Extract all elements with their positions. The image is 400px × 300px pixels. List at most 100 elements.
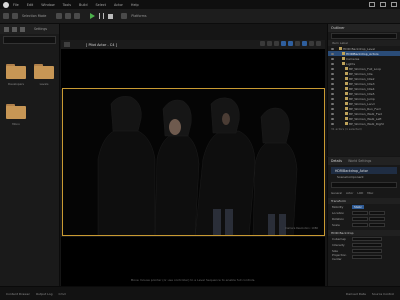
import-icon[interactable] (12, 26, 17, 32)
menu-item-actor[interactable]: Actor (114, 3, 123, 7)
folder-mono[interactable] (6, 104, 26, 119)
filter-misc[interactable]: Misc (367, 191, 373, 195)
component-item[interactable]: SceneComponent (331, 174, 397, 180)
menu-bar: File Edit Window Tools Build Select Acto… (0, 0, 400, 9)
mobility-static-button[interactable]: Static (352, 204, 364, 210)
outliner-search-input[interactable] (331, 33, 397, 39)
visibility-eye-icon[interactable] (331, 67, 334, 70)
actor-type-icon (345, 92, 348, 95)
platforms-button[interactable]: Platforms (131, 14, 146, 18)
maximize-viewport-icon[interactable] (316, 41, 321, 46)
visibility-eye-icon[interactable] (331, 92, 334, 95)
visibility-eye-icon[interactable] (331, 82, 334, 85)
rotate-icon[interactable] (267, 41, 272, 46)
menu-item-build[interactable]: Build (79, 3, 88, 7)
grid-icon[interactable] (295, 41, 300, 46)
size-field[interactable] (352, 248, 382, 254)
outliner-row-label: BP_Woman_Idle2 (349, 76, 375, 81)
add-icon[interactable] (4, 26, 9, 32)
outliner-row-label: BP_Woman_Idle (349, 71, 373, 76)
platforms-icon[interactable] (121, 13, 128, 19)
menu-item-edit[interactable]: Edit (27, 3, 34, 7)
maximize-icon[interactable] (380, 2, 386, 7)
content-search-input[interactable] (3, 36, 56, 44)
folder-label: Developers (8, 82, 24, 86)
camera-speed-icon[interactable] (309, 41, 314, 46)
filter-general[interactable]: General (331, 191, 342, 195)
prop-label: Cubemap (332, 237, 346, 241)
transform-icon[interactable] (260, 41, 265, 46)
filter-actor[interactable]: Actor (346, 191, 353, 195)
visibility-eye-icon[interactable] (331, 97, 334, 100)
output-log-button[interactable]: Output Log (36, 292, 53, 296)
viewport-letterbox-top (61, 49, 325, 89)
projection-center-field[interactable] (352, 254, 382, 260)
viewport-hint: Move mouse pointer (or use controller) t… (130, 278, 256, 282)
pause-icon[interactable] (99, 13, 105, 19)
column-item-label[interactable]: Item Label (332, 41, 348, 45)
content-drawer-button[interactable]: Content Drawer (6, 292, 30, 296)
prop-projection-center: Projection Center (328, 253, 400, 261)
visibility-eye-icon[interactable] (331, 47, 334, 50)
cmd-input[interactable]: Cmd (59, 292, 66, 296)
menu-item-select[interactable]: Select (96, 3, 106, 7)
rotation-x-field[interactable] (352, 216, 368, 222)
scale-y-field[interactable] (369, 222, 385, 228)
world-icon[interactable] (281, 41, 286, 46)
visibility-eye-icon[interactable] (331, 62, 334, 65)
intensity-field[interactable] (352, 242, 382, 248)
menu-item-file[interactable]: File (13, 3, 19, 7)
visibility-eye-icon[interactable] (331, 102, 334, 105)
tab-details[interactable]: Details (328, 157, 345, 165)
scale-icon[interactable] (274, 41, 279, 46)
save-icon[interactable] (3, 13, 9, 19)
rotation-y-field[interactable] (369, 216, 385, 222)
prop-label: Intensity (332, 243, 345, 247)
cinematics-icon[interactable] (74, 13, 81, 19)
viewport-menu-icon[interactable] (64, 42, 70, 47)
unreal-logo-icon[interactable] (3, 1, 9, 8)
visibility-eye-icon[interactable] (331, 122, 334, 125)
selected-actor-name[interactable]: HDRIBackdrop_Actor (331, 167, 397, 174)
cubemap-field[interactable] (352, 236, 382, 242)
filter-lod[interactable]: LOD (357, 191, 363, 195)
visibility-eye-icon[interactable] (331, 87, 334, 90)
viewport-stat: Camera Resolution: 1080 (285, 227, 318, 230)
viewport-scene[interactable]: Camera Resolution: 1080 (62, 88, 325, 236)
visibility-eye-icon[interactable] (331, 57, 334, 60)
tab-world-settings[interactable]: World Settings (345, 157, 374, 165)
derived-data-button[interactable]: Derived Data (346, 292, 366, 296)
menu-item-tools[interactable]: Tools (63, 3, 71, 7)
add-actor-icon[interactable] (56, 13, 63, 19)
visibility-eye-icon[interactable] (331, 117, 334, 120)
actor-type-icon (339, 47, 342, 50)
details-search-input[interactable] (331, 182, 397, 188)
source-control-button[interactable]: Source Control (372, 292, 394, 296)
visibility-eye-icon[interactable] (331, 52, 334, 55)
menu-item-window[interactable]: Window (41, 3, 54, 7)
menu-item-help[interactable]: Help (131, 3, 139, 7)
close-icon[interactable] (391, 2, 397, 7)
location-y-field[interactable] (369, 210, 385, 216)
character-render (97, 96, 298, 235)
settings-button[interactable]: Settings (34, 27, 47, 31)
minimize-icon[interactable] (369, 2, 375, 7)
folder-levels[interactable] (34, 64, 54, 79)
scale-x-field[interactable] (352, 222, 368, 228)
visibility-eye-icon[interactable] (331, 77, 334, 80)
mode-dropdown[interactable]: Selection Mode (22, 14, 46, 18)
folder-developers[interactable] (6, 64, 26, 79)
angle-snap-icon[interactable] (302, 41, 307, 46)
stop-icon[interactable] (108, 13, 114, 19)
save-all-icon[interactable] (20, 26, 25, 32)
details-filters: General Actor LOD Misc (328, 190, 400, 196)
outliner-tab[interactable]: Outliner (328, 24, 400, 32)
blueprint-icon[interactable] (65, 13, 72, 19)
play-icon[interactable] (90, 13, 96, 19)
location-x-field[interactable] (352, 210, 368, 216)
content-icon[interactable] (12, 13, 18, 19)
snap-icon[interactable] (288, 41, 293, 46)
visibility-eye-icon[interactable] (331, 107, 334, 110)
visibility-eye-icon[interactable] (331, 112, 334, 115)
visibility-eye-icon[interactable] (331, 72, 334, 75)
